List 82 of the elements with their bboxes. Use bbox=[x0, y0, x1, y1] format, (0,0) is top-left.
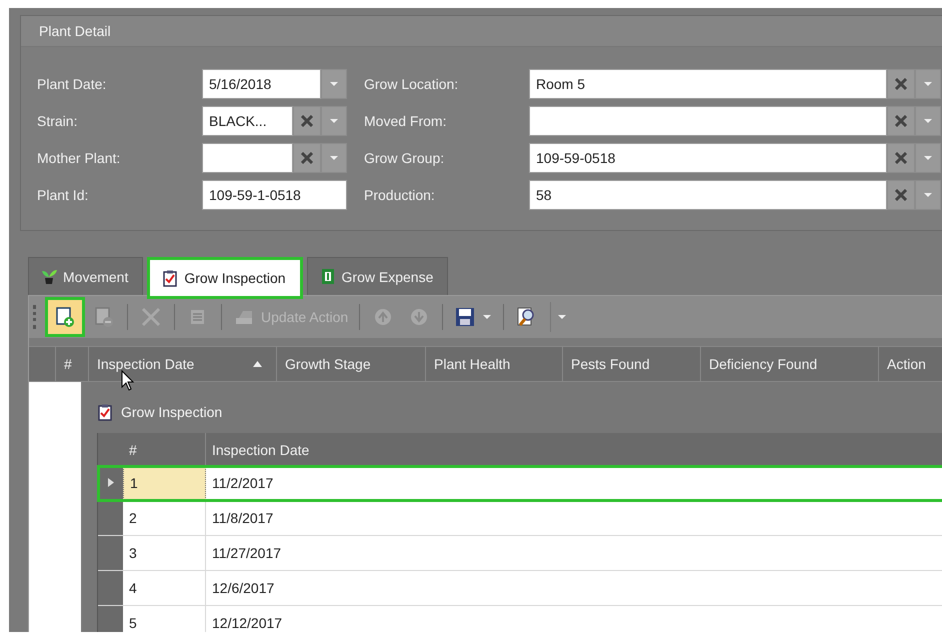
dropdown-button[interactable] bbox=[321, 143, 347, 173]
input-field[interactable]: 109-59-1-0518 bbox=[202, 180, 347, 210]
close-icon bbox=[895, 78, 907, 90]
table-cell: 1 bbox=[123, 466, 206, 500]
caret-icon bbox=[923, 81, 933, 87]
close-icon bbox=[301, 115, 313, 127]
input-field[interactable]: Room 5 bbox=[529, 69, 887, 99]
dropdown-button[interactable] bbox=[915, 106, 941, 136]
clipboard-icon bbox=[162, 270, 178, 286]
table-cell: 11/8/2017 bbox=[206, 501, 942, 535]
tab[interactable]: Movement bbox=[28, 257, 144, 295]
new-document-icon bbox=[54, 306, 76, 328]
cursor-icon bbox=[121, 370, 135, 392]
caret-icon bbox=[329, 118, 339, 124]
caret-icon bbox=[923, 118, 933, 124]
clear-button[interactable] bbox=[293, 143, 321, 173]
table-cell: 11/27/2017 bbox=[206, 536, 942, 570]
dropdown-button[interactable] bbox=[321, 106, 347, 136]
field-label: Grow Group: bbox=[363, 150, 446, 166]
close-icon bbox=[895, 152, 907, 164]
caret-icon bbox=[923, 155, 933, 161]
table-cell: 11/2/2017 bbox=[206, 466, 942, 500]
caret-icon bbox=[329, 155, 339, 161]
table-cell: 2 bbox=[123, 501, 206, 535]
column-header[interactable]: # bbox=[56, 347, 89, 381]
column-header[interactable]: Deficiency Found bbox=[701, 347, 879, 381]
table-cell: 12/6/2017 bbox=[206, 571, 942, 605]
tab[interactable]: Grow Expense bbox=[306, 257, 448, 295]
clear-button[interactable] bbox=[887, 180, 915, 210]
caret-icon bbox=[923, 192, 933, 198]
field-label: Grow Location: bbox=[363, 76, 460, 92]
close-icon bbox=[895, 189, 907, 201]
grip-handle[interactable] bbox=[33, 305, 39, 329]
caret-icon bbox=[482, 314, 492, 320]
input-field[interactable] bbox=[529, 106, 887, 136]
floppy-icon bbox=[454, 306, 476, 328]
caret-icon bbox=[329, 81, 339, 87]
row-pointer-icon bbox=[108, 478, 114, 487]
clear-button[interactable] bbox=[887, 143, 915, 173]
table-cell: 3 bbox=[123, 536, 206, 570]
input-field[interactable]: 5/16/2018 bbox=[202, 69, 321, 99]
tab[interactable]: Grow Inspection bbox=[147, 257, 303, 299]
money-icon bbox=[320, 268, 336, 285]
new-document-button[interactable] bbox=[45, 297, 85, 337]
column-header[interactable]: Plant Health bbox=[426, 347, 563, 381]
table-cell: 4 bbox=[123, 571, 206, 605]
input-field[interactable] bbox=[202, 143, 293, 173]
column-header[interactable]: Pests Found bbox=[563, 347, 701, 381]
field-label: Mother Plant: bbox=[37, 150, 122, 166]
close-icon bbox=[895, 115, 907, 127]
field-label: Moved From: bbox=[363, 113, 448, 129]
table-row[interactable]: 4 12/6/2017 bbox=[98, 571, 942, 606]
dropdown-button[interactable] bbox=[915, 69, 941, 99]
input-field[interactable]: BLACK... bbox=[202, 106, 293, 136]
input-field[interactable]: 58 bbox=[529, 180, 887, 210]
dropdown-button[interactable] bbox=[915, 180, 941, 210]
table-row[interactable]: 5 12/12/2017 bbox=[98, 606, 942, 632]
field-label: Production: bbox=[363, 187, 436, 203]
panel-title: Plant Detail bbox=[21, 16, 942, 47]
input-field[interactable]: 109-59-0518 bbox=[529, 143, 887, 173]
plant-icon bbox=[41, 268, 57, 285]
table-row[interactable]: 2 11/8/2017 bbox=[98, 501, 942, 536]
close-icon bbox=[140, 306, 162, 328]
remove-document-icon bbox=[93, 306, 115, 328]
table-cell: 12/12/2017 bbox=[206, 606, 942, 632]
detail-title: Grow Inspection bbox=[121, 404, 222, 420]
column-header[interactable]: Growth Stage bbox=[277, 347, 426, 381]
dropdown-button[interactable] bbox=[321, 69, 347, 99]
clear-button[interactable] bbox=[887, 69, 915, 99]
caret-icon bbox=[557, 314, 568, 320]
column-header[interactable]: Action bbox=[879, 347, 942, 381]
close-icon bbox=[301, 152, 313, 164]
table-row[interactable]: 1 11/2/2017 bbox=[98, 466, 942, 501]
table-cell: 5 bbox=[123, 606, 206, 632]
table-row[interactable]: 3 11/27/2017 bbox=[98, 536, 942, 571]
field-label: Plant Id: bbox=[37, 187, 90, 203]
field-label: Plant Date: bbox=[37, 76, 108, 92]
clear-button[interactable] bbox=[887, 106, 915, 136]
field-label: Strain: bbox=[37, 113, 78, 129]
clear-button[interactable] bbox=[293, 106, 321, 136]
dropdown-button[interactable] bbox=[915, 143, 941, 173]
clipboard-icon bbox=[97, 404, 113, 420]
